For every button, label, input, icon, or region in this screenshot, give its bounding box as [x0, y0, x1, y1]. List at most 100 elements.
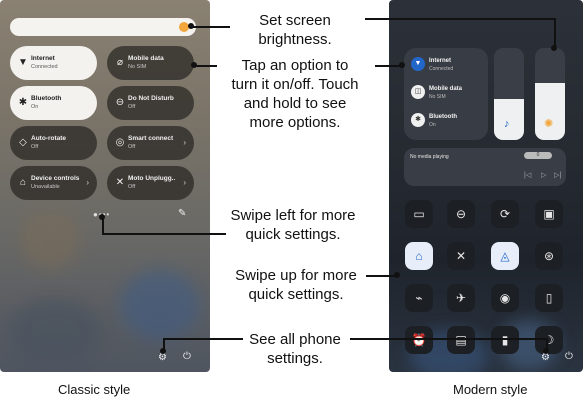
chevron-right-icon: › [86, 178, 89, 187]
callout-dot [399, 62, 405, 68]
tile-title: Do Not Disturb [128, 95, 174, 102]
callout-line [365, 18, 555, 20]
classic-tile[interactable]: ◎ Smart connect Off › [107, 126, 194, 160]
connectivity-status: No SIM [429, 94, 446, 100]
annotation-tap: Tap an option to turn it on/off. Touch an… [231, 57, 359, 131]
callout-dot [543, 348, 549, 354]
caption-modern: Modern style [453, 382, 528, 397]
bluetooth-icon: ✱ [18, 97, 28, 108]
classic-quick-settings-panel: ▼ Internet Connected ⌀ Mobile data No SIM ✱ Blu… [0, 0, 210, 372]
tile-title: Mobile data [128, 55, 164, 62]
airplane-mode-icon[interactable]: ✈ [447, 284, 475, 312]
battery-icon[interactable]: ▮ [491, 326, 519, 354]
media-output-badge[interactable]: 0 [524, 152, 552, 159]
power-icon[interactable]: ⏻ [565, 351, 573, 362]
callout-dot [191, 62, 197, 68]
classic-tile[interactable]: ◇ Auto-rotate Off [10, 126, 97, 160]
annotation-brightness: Set screen brightness. [258, 12, 332, 48]
tile-status: Unavailable [31, 184, 60, 190]
play-icon[interactable]: ▷ [541, 171, 546, 179]
mobile-data-icon: ⌀ [116, 57, 124, 68]
volume-slider[interactable]: ♪ [494, 48, 524, 140]
brightness-icon: ✺ [544, 118, 554, 130]
alarm-icon[interactable]: ⏰ [405, 326, 433, 354]
auto-rotate-icon[interactable]: ⟳ [491, 200, 519, 228]
wallpaper-blob [120, 270, 200, 340]
flashlight-off-icon[interactable]: ⌁ [405, 284, 433, 312]
callout-line [195, 65, 217, 67]
home-icon: ⌂ [19, 177, 27, 188]
next-icon[interactable]: ▷| [554, 171, 561, 179]
music-note-icon: ♪ [504, 118, 510, 130]
chevron-right-icon: › [183, 178, 186, 187]
screen-cast-icon[interactable]: ▣ [535, 200, 563, 228]
callout-line [366, 275, 396, 277]
tile-status: Off [128, 104, 136, 110]
wifi-icon[interactable]: ▼ [411, 57, 425, 71]
connectivity-title: Internet [429, 58, 452, 64]
power-icon[interactable]: ⏻ [183, 351, 191, 362]
do-not-disturb-icon[interactable]: ⊖ [447, 200, 475, 228]
mobile-data-icon[interactable]: ◫ [411, 85, 425, 99]
brightness-slider[interactable] [10, 18, 196, 36]
modern-quick-settings-panel: ▼ Internet Connected ◫ Mobile data No SIM ✱ Blu… [389, 0, 583, 372]
notifications-icon[interactable]: ◬ [491, 242, 519, 270]
tile-title: Bluetooth [31, 95, 62, 102]
callout-line [350, 338, 547, 340]
home-icon[interactable]: ⌂ [405, 242, 433, 270]
callout-dot [160, 348, 166, 354]
connectivity-title: Bluetooth [429, 114, 457, 120]
annotation-swipe-left: Swipe left for more quick settings. [230, 207, 356, 243]
unplugged-icon: ✕ [115, 177, 125, 188]
connectivity-status: On [429, 122, 436, 128]
callout-dot [551, 45, 557, 51]
tile-title: Moto Unplugg.. [128, 175, 176, 182]
smart-connect-icon: ◎ [115, 137, 125, 148]
callout-line [163, 338, 243, 340]
callout-line [102, 218, 104, 234]
tile-status: Off [128, 184, 136, 190]
callout-line [375, 65, 400, 67]
classic-tile[interactable]: ✕ Moto Unplugg.. Off › [107, 166, 194, 200]
tile-status: Off [128, 144, 136, 150]
data-saver-icon[interactable]: ⊛ [535, 242, 563, 270]
callout-dot [99, 214, 105, 220]
media-status: No media playing [410, 154, 449, 160]
do-not-disturb-icon: ⊖ [115, 97, 125, 108]
caption-classic: Classic style [58, 382, 131, 397]
wifi-icon: ▼ [18, 57, 28, 68]
tile-title: Device controls [31, 175, 80, 182]
bluetooth-icon[interactable]: ✱ [411, 113, 425, 127]
dark-mode-icon[interactable]: ☽ [535, 326, 563, 354]
wallpaper-blob [10, 300, 100, 360]
annotation-settings: See all phone settings. [249, 331, 341, 367]
annotation-swipe-up: Swipe up for more quick settings. [235, 267, 357, 303]
previous-icon[interactable]: |◁ [524, 171, 531, 179]
tile-title: Smart connect [128, 135, 174, 142]
hotspot-icon[interactable]: ◉ [491, 284, 519, 312]
callout-dot [188, 23, 194, 29]
tile-status: No SIM [128, 64, 147, 70]
unplugged-icon[interactable]: ✕ [447, 242, 475, 270]
connectivity-status: Connected [429, 66, 454, 72]
connectivity-title: Mobile data [429, 86, 463, 92]
classic-tile[interactable]: ⊖ Do Not Disturb Off [107, 86, 194, 120]
classic-tile[interactable]: ▼ Internet Connected [10, 46, 97, 80]
battery-saver-icon[interactable]: ▭ [405, 200, 433, 228]
print-icon[interactable]: ▤ [447, 326, 475, 354]
tile-status: On [31, 104, 39, 110]
classic-tile[interactable]: ✱ Bluetooth On [10, 86, 97, 120]
brightness-slider-fill [535, 83, 565, 140]
classic-tile[interactable]: ⌂ Device controls Unavailable › [10, 166, 97, 200]
wallpaper-blob [20, 210, 80, 270]
screen-record-icon[interactable]: ▯ [535, 284, 563, 312]
media-player-card[interactable]: No media playing 0 |◁ ▷ ▷| [404, 148, 566, 186]
callout-dot [394, 272, 400, 278]
classic-tile[interactable]: ⌀ Mobile data No SIM [107, 46, 194, 80]
brightness-slider[interactable]: ✺ [535, 48, 565, 140]
chevron-right-icon: › [183, 138, 186, 147]
auto-rotate-icon: ◇ [19, 137, 27, 148]
edit-icon[interactable]: ✎ [178, 208, 186, 219]
callout-line [554, 18, 556, 48]
tile-status: Connected [31, 64, 58, 70]
